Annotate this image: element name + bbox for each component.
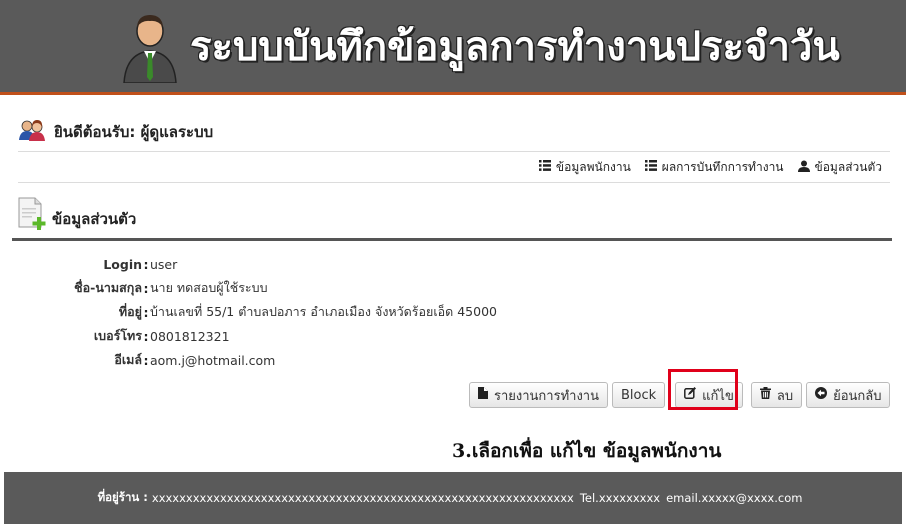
app-title: ระบบบันทึกข้อมูลการทำงานประจำวัน [190, 24, 840, 70]
divider [18, 151, 890, 152]
profile-details: Login: user ชื่อ-นามสกุล: นาย ทดสอบผู้ใช… [20, 252, 497, 372]
colon: : [143, 304, 149, 320]
detail-row: ชื่อ-นามสกุล: นาย ทดสอบผู้ใช้ระบบ [20, 276, 497, 300]
businessman-icon [120, 11, 180, 84]
trash-icon [759, 387, 771, 403]
file-icon [478, 387, 488, 403]
header-banner: ระบบบันทึกข้อมูลการทำงานประจำวัน [0, 0, 906, 95]
colon: : [143, 256, 149, 272]
detail-label: อีเมล์ [114, 352, 142, 367]
colon: : [143, 352, 149, 368]
detail-value: บ้านเลขที่ 55/1 ตำบลปอภาร อำเภอเมือง จัง… [150, 304, 497, 319]
detail-value: user [150, 256, 178, 272]
colon: : [143, 280, 149, 296]
nav-label: ข้อมูลพนักงาน [555, 159, 631, 174]
top-nav: ข้อมูลพนักงาน ผลการบันทึกการทำงาน ข้อมูล… [538, 157, 882, 177]
nav-work-results[interactable]: ผลการบันทึกการทำงาน [644, 158, 784, 177]
footer: ที่อยู่ร้าน : xxxxxxxxxxxxxxxxxxxxxxxxxx… [4, 472, 902, 524]
nav-employee-info[interactable]: ข้อมูลพนักงาน [538, 158, 631, 177]
nav-label: ผลการบันทึกการทำงาน [661, 159, 784, 174]
detail-row: เบอร์โทร: 0801812321 [20, 324, 497, 348]
colon: : [143, 328, 149, 344]
edit-highlight-box [668, 369, 738, 410]
block-button[interactable]: Block [612, 382, 666, 408]
detail-value: aom.j@hotmail.com [150, 352, 276, 368]
document-add-icon [18, 197, 46, 235]
delete-button[interactable]: ลบ [750, 382, 803, 408]
detail-label: เบอร์โทร [93, 328, 142, 343]
footer-tel: Tel.xxxxxxxxx [579, 491, 661, 505]
nav-personal-info[interactable]: ข้อมูลส่วนตัว [797, 158, 882, 177]
welcome-bar: ยินดีต้อนรับ: ผู้ดูแลระบบ [18, 112, 890, 152]
button-label: ย้อนกลับ [833, 388, 882, 404]
detail-label: ที่อยู่ [118, 304, 142, 319]
list-icon [538, 160, 551, 174]
button-label: Block [621, 387, 657, 403]
footer-address-label: ที่อยู่ร้าน : [97, 490, 148, 504]
detail-value: นาย ทดสอบผู้ใช้ระบบ [150, 280, 268, 295]
divider [18, 182, 890, 183]
detail-row: อีเมล์: aom.j@hotmail.com [20, 348, 497, 372]
footer-email: email.xxxxx@xxxx.com [666, 491, 803, 505]
banner-content: ระบบบันทึกข้อมูลการทำงานประจำวัน [120, 8, 840, 84]
user-icon [797, 160, 810, 175]
detail-row: Login: user [20, 252, 497, 276]
detail-label: Login [103, 256, 142, 272]
back-button[interactable]: ย้อนกลับ [806, 382, 891, 408]
section-divider [12, 238, 892, 241]
instruction-caption: 3.เลือกเพื่อ แก้ไข ข้อมูลพนักงาน [452, 440, 722, 462]
report-button[interactable]: รายงานการทำงาน [469, 382, 608, 408]
footer-address: xxxxxxxxxxxxxxxxxxxxxxxxxxxxxxxxxxxxxxxx… [151, 491, 574, 505]
users-icon [18, 118, 46, 146]
detail-label: ชื่อ-นามสกุล [74, 280, 142, 295]
list-icon [644, 160, 657, 174]
section-title: ข้อมูลส่วนตัว [52, 210, 137, 228]
nav-label: ข้อมูลส่วนตัว [814, 159, 882, 174]
section-header: ข้อมูลส่วนตัว [18, 195, 136, 235]
button-label: รายงานการทำงาน [494, 388, 599, 404]
button-label: ลบ [776, 388, 794, 404]
detail-row: ที่อยู่: บ้านเลขที่ 55/1 ตำบลปอภาร อำเภอ… [20, 300, 497, 324]
welcome-text: ยินดีต้อนรับ: ผู้ดูแลระบบ [54, 123, 214, 141]
arrow-left-circle-icon [815, 387, 828, 403]
detail-value: 0801812321 [150, 328, 230, 344]
